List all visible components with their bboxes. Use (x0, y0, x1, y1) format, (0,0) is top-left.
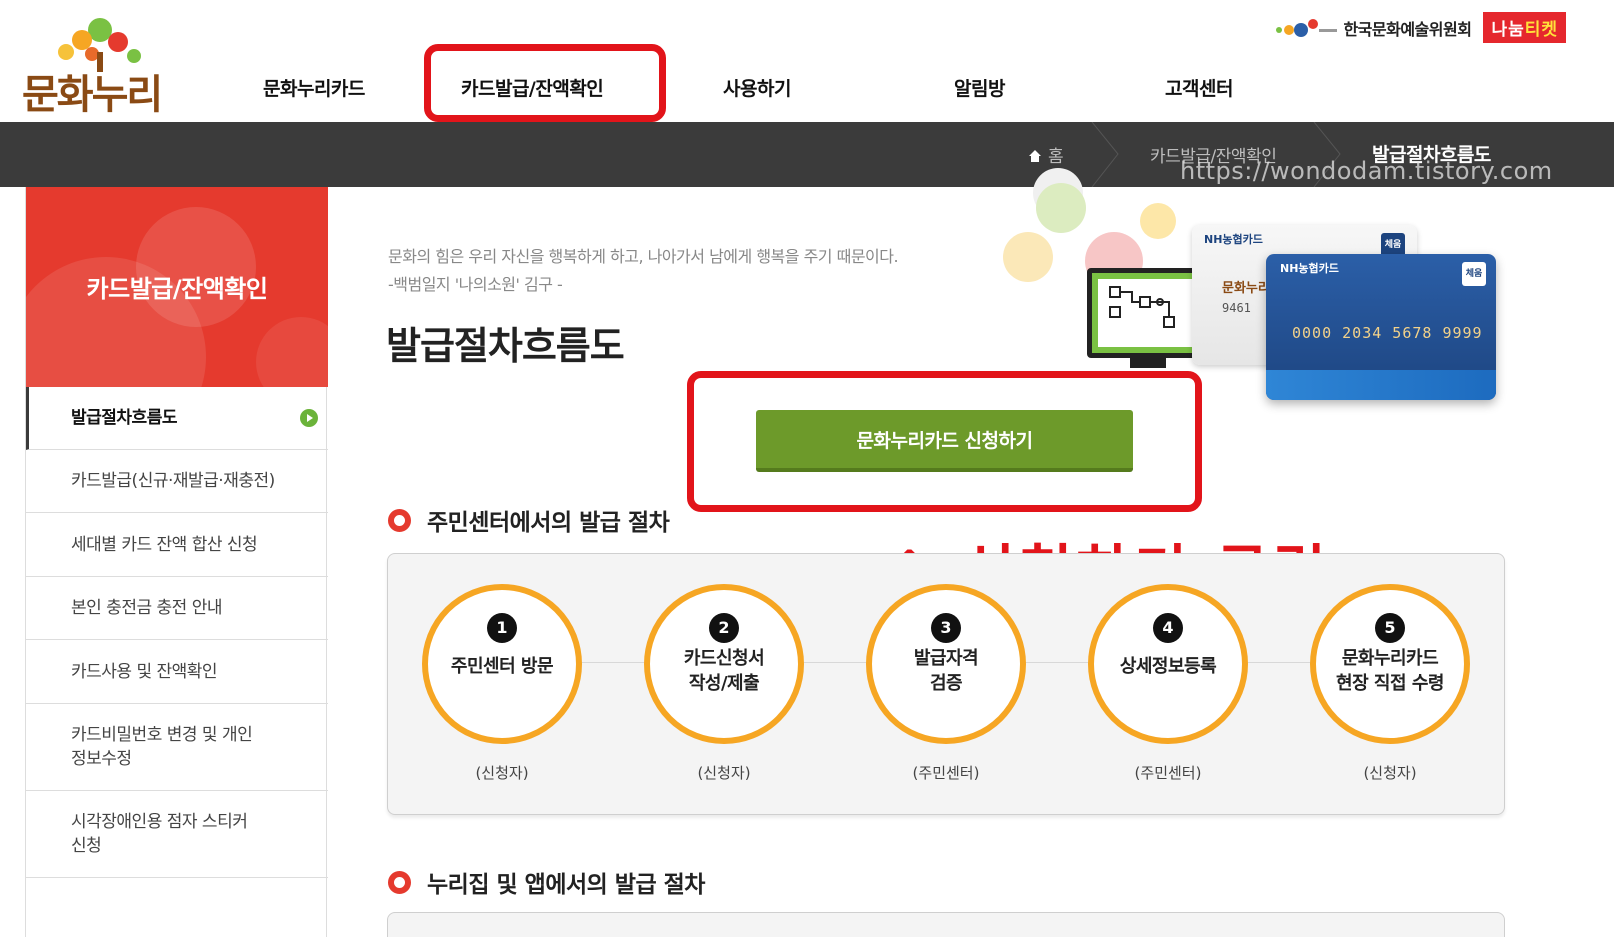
quote-line: 문화의 힘은 우리 자신을 행복하게 하고, 나아가서 남에게 행복을 주기 때… (388, 247, 899, 266)
step-circle: 3 발급자격 검증 (866, 584, 1026, 744)
sidebar-title: 카드발급/잔액확인 (86, 275, 268, 303)
sidebar-item-balance-sum[interactable]: 세대별 카드 잔액 합산 신청 (26, 513, 328, 577)
step-label: 문화누리카드 현장 직접 수령 (1336, 648, 1444, 694)
process-step: 5 문화누리카드 현장 직접 수령 (신청자) (1310, 584, 1470, 782)
quote: 문화의 힘은 우리 자신을 행복하게 하고, 나아가서 남에게 행복을 주기 때… (388, 243, 899, 299)
apply-card-button[interactable]: 문화누리카드 신청하기 (756, 410, 1133, 472)
nanum-ticket-text-2: 티켓 (1524, 20, 1558, 40)
ring-bullet-icon (388, 870, 411, 894)
breadcrumb-home[interactable]: 홈 (1048, 142, 1064, 167)
munhwanuri-logo[interactable]: 문화누리 (20, 12, 170, 118)
process-step: 3 발급자격 검증 (주민센터) (866, 584, 1026, 782)
step-circle: 5 문화누리카드 현장 직접 수령 (1310, 584, 1470, 744)
nanum-ticket-text-1: 나눔 (1491, 20, 1525, 40)
monitor-flowchart-icon (1087, 268, 1207, 358)
step-number: 3 (931, 613, 961, 643)
home-icon (1029, 150, 1041, 162)
sidebar-item-usage-balance[interactable]: 카드사용 및 잔액확인 (26, 640, 328, 704)
card-badge: 체움 (1462, 262, 1486, 286)
step-actor: (신청자) (697, 764, 751, 782)
step-label: 상세정보등록 (1119, 656, 1217, 677)
card-front-image: NH농협카드 체움 0000 2034 5678 9999 (1266, 254, 1496, 400)
section-title-online: 누리집 및 앱에서의 발급 절차 (388, 865, 705, 899)
process-flow-panel: 1 주민센터 방문 (신청자) 2 카드신청서 작성/제출 (신청자) 3 발급… (387, 553, 1505, 815)
step-number: 4 (1153, 613, 1183, 643)
process-step: 1 주민센터 방문 (신청자) (422, 584, 582, 782)
nav-highlight-box (424, 44, 666, 122)
sidebar-item-label: 카드비밀번호 변경 및 개인 정보수정 (71, 725, 253, 769)
arko-org-name[interactable]: 한국문화예술위원회 (1343, 16, 1471, 40)
page-title: 발급절차흐름도 (386, 324, 625, 368)
sidebar-item-label: 카드사용 및 잔액확인 (71, 661, 218, 682)
sidebar-item-self-charge[interactable]: 본인 충전금 충전 안내 (26, 577, 328, 640)
top-right-logos: 한국문화예술위원회 나눔티켓 (1273, 12, 1566, 43)
online-process-panel (387, 912, 1505, 937)
sidebar-item-label: 시각장애인용 점자 스티커 신청 (71, 812, 248, 856)
step-circle: 1 주민센터 방문 (422, 584, 582, 744)
step-label: 카드신청서 작성/제출 (683, 648, 765, 694)
step-circle: 2 카드신청서 작성/제출 (644, 584, 804, 744)
play-arrow-icon (300, 409, 318, 427)
step-number: 2 (709, 613, 739, 643)
sidebar-header: 카드발급/잔액확인 (26, 187, 328, 387)
logo-text: 문화누리 (22, 72, 163, 118)
nanum-ticket-logo[interactable]: 나눔티켓 (1483, 12, 1566, 43)
sidebar-item-label: 발급절차흐름도 (71, 408, 177, 428)
site-header: 문화누리 문화누리카드 카드발급/잔액확인 사용하기 알림방 고객센터 한국문화… (0, 0, 1614, 122)
breadcrumb: 홈 카드발급/잔액확인 발급절차흐름도 https://wondodam.tis… (0, 122, 1614, 187)
monitor-stand (1130, 358, 1166, 368)
section-title-center: 주민센터에서의 발급 절차 (388, 503, 670, 537)
watermark-text: https://wondodam.tistory.com (1180, 157, 1553, 185)
decor-circle (1003, 232, 1053, 282)
breadcrumb-separator-icon (1091, 122, 1119, 187)
sidebar-item-braille-sticker[interactable]: 시각장애인용 점자 스티커 신청 (26, 791, 328, 878)
decor-circle (1036, 183, 1086, 233)
ring-bullet-icon (388, 508, 411, 532)
step-circle: 4 상세정보등록 (1088, 584, 1248, 744)
step-number: 1 (487, 613, 517, 643)
card-brand-label: NH농협카드 (1280, 262, 1339, 275)
card-back-text: 문화누리 (1222, 281, 1270, 296)
step-label: 발급자격 검증 (913, 648, 979, 694)
section-title-text: 주민센터에서의 발급 절차 (427, 510, 670, 536)
decor-circle (1140, 203, 1176, 239)
step-actor: (주민센터) (1134, 764, 1202, 782)
sidebar-item-card-issue[interactable]: 카드발급(신규·재발급·재충전) (26, 450, 328, 513)
step-label: 주민센터 방문 (450, 656, 554, 677)
card-brand-label: NH농협카드 (1204, 233, 1263, 246)
arko-logo-icon (1273, 14, 1339, 42)
nav-customer-center[interactable]: 고객센터 (1165, 74, 1233, 101)
process-step: 2 카드신청서 작성/제출 (신청자) (644, 584, 804, 782)
nav-notice[interactable]: 알림방 (954, 74, 1005, 101)
step-actor: (신청자) (1363, 764, 1417, 782)
step-actor: (신청자) (475, 764, 529, 782)
sidebar-item-password-change[interactable]: 카드비밀번호 변경 및 개인 정보수정 (26, 704, 328, 791)
card-back-digits: 9461 (1222, 301, 1251, 315)
sidebar-item-label: 카드발급(신규·재발급·재충전) (71, 471, 275, 491)
sidebar-item-label: 본인 충전금 충전 안내 (71, 598, 222, 618)
sidebar-item-label: 세대별 카드 잔액 합산 신청 (71, 534, 258, 555)
section-title-text: 누리집 및 앱에서의 발급 절차 (427, 872, 705, 898)
step-number: 5 (1375, 613, 1405, 643)
card-number: 0000 2034 5678 9999 (1292, 324, 1483, 342)
process-step: 4 상세정보등록 (주민센터) (1088, 584, 1248, 782)
sidebar: 카드발급/잔액확인 발급절차흐름도 카드발급(신규·재발급·재충전) 세대별 카… (25, 187, 328, 937)
step-actor: (주민센터) (912, 764, 980, 782)
sidebar-item-issue-flow[interactable]: 발급절차흐름도 (26, 387, 328, 450)
nav-munhwanuri-card[interactable]: 문화누리카드 (263, 74, 365, 101)
nav-usage[interactable]: 사용하기 (723, 74, 791, 101)
quote-author: -백범일지 '나의소원' 김구 - (388, 275, 563, 294)
